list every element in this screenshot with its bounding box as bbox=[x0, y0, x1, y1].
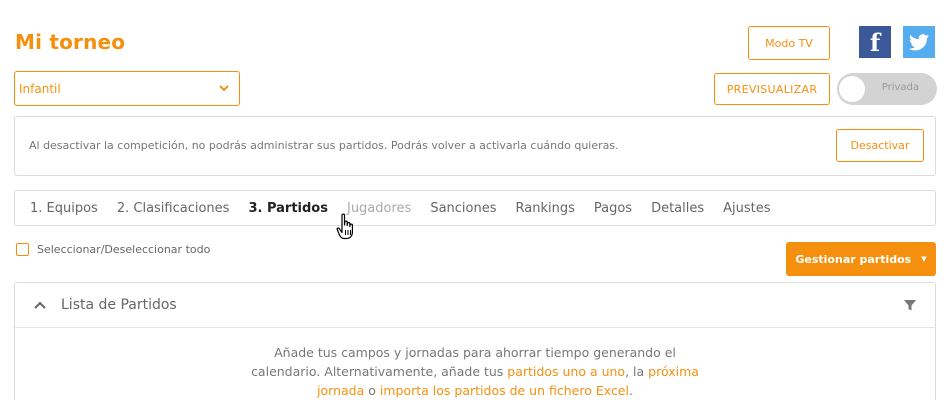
facebook-icon: f bbox=[869, 27, 881, 57]
tab-detalles[interactable]: Detalles bbox=[651, 201, 704, 216]
import-excel-link[interactable]: importa los partidos de un fichero Excel bbox=[380, 383, 629, 398]
next-round-link-part1[interactable]: próxima bbox=[648, 364, 699, 379]
empty-line-1: Añade tus campos y jornadas para ahorrar… bbox=[274, 345, 676, 360]
facebook-button[interactable]: f bbox=[859, 26, 891, 58]
manage-matches-label: Gestionar partidos bbox=[795, 252, 912, 266]
tab-sanciones[interactable]: Sanciones bbox=[430, 201, 496, 216]
empty-text: , la bbox=[625, 364, 649, 379]
select-all-control[interactable]: Seleccionar/Deseleccionar todo bbox=[16, 243, 210, 256]
matches-list-header[interactable]: Lista de Partidos bbox=[15, 283, 935, 328]
empty-text: . bbox=[628, 383, 633, 398]
next-round-link-part2[interactable]: jornada bbox=[317, 383, 364, 398]
tab-pagos[interactable]: Pagos bbox=[594, 201, 632, 216]
add-matches-one-by-one-link[interactable]: partidos uno a uno bbox=[507, 364, 625, 379]
empty-text: calendario. Alternativamente, añade tus bbox=[251, 364, 508, 379]
empty-state-message: Añade tus campos y jornadas para ahorrar… bbox=[15, 343, 935, 400]
chevron-up-icon[interactable] bbox=[33, 298, 47, 312]
select-all-checkbox[interactable] bbox=[16, 243, 29, 256]
category-select[interactable]: Infantil bbox=[14, 71, 240, 106]
tab-ajustes[interactable]: Ajustes bbox=[723, 201, 770, 216]
twitter-button[interactable] bbox=[903, 26, 935, 58]
twitter-icon bbox=[909, 33, 929, 50]
caret-down-icon: ▼ bbox=[921, 255, 927, 263]
tab-partidos[interactable]: 3. Partidos bbox=[248, 201, 328, 216]
empty-line-2: calendario. Alternativamente, añade tus … bbox=[15, 362, 935, 381]
matches-list-title: Lista de Partidos bbox=[61, 297, 177, 313]
select-all-label: Seleccionar/Deseleccionar todo bbox=[37, 243, 211, 256]
privacy-label: Privada bbox=[881, 82, 919, 93]
filter-icon[interactable] bbox=[903, 298, 917, 312]
chevron-down-icon bbox=[219, 85, 229, 92]
tab-bar: 1. Equipos 2. Clasificaciones 3. Partido… bbox=[14, 190, 936, 226]
matches-list-panel: Lista de Partidos Añade tus campos y jor… bbox=[14, 282, 936, 400]
hand-cursor-icon bbox=[336, 213, 353, 240]
preview-button[interactable]: PREVISUALIZAR bbox=[714, 73, 830, 105]
privacy-toggle[interactable]: Privada bbox=[837, 73, 937, 105]
deactivate-panel: Al desactivar la competición, no podrás … bbox=[14, 116, 936, 176]
tab-equipos[interactable]: 1. Equipos bbox=[30, 201, 98, 216]
page-title: Mi torneo bbox=[15, 30, 126, 54]
tab-jugadores[interactable]: Jugadores bbox=[347, 201, 411, 216]
category-select-value: Infantil bbox=[19, 81, 61, 96]
tab-rankings[interactable]: Rankings bbox=[516, 201, 575, 216]
deactivate-message: Al desactivar la competición, no podrás … bbox=[29, 139, 619, 152]
deactivate-button[interactable]: Desactivar bbox=[836, 129, 924, 162]
tab-clasificaciones[interactable]: 2. Clasificaciones bbox=[117, 201, 230, 216]
toggle-knob bbox=[839, 76, 865, 102]
modo-tv-button[interactable]: Modo TV bbox=[748, 26, 830, 60]
empty-line-3: jornada o importa los partidos de un fic… bbox=[15, 381, 935, 400]
empty-text: o bbox=[364, 383, 380, 398]
manage-matches-button[interactable]: Gestionar partidos ▼ bbox=[786, 242, 936, 276]
